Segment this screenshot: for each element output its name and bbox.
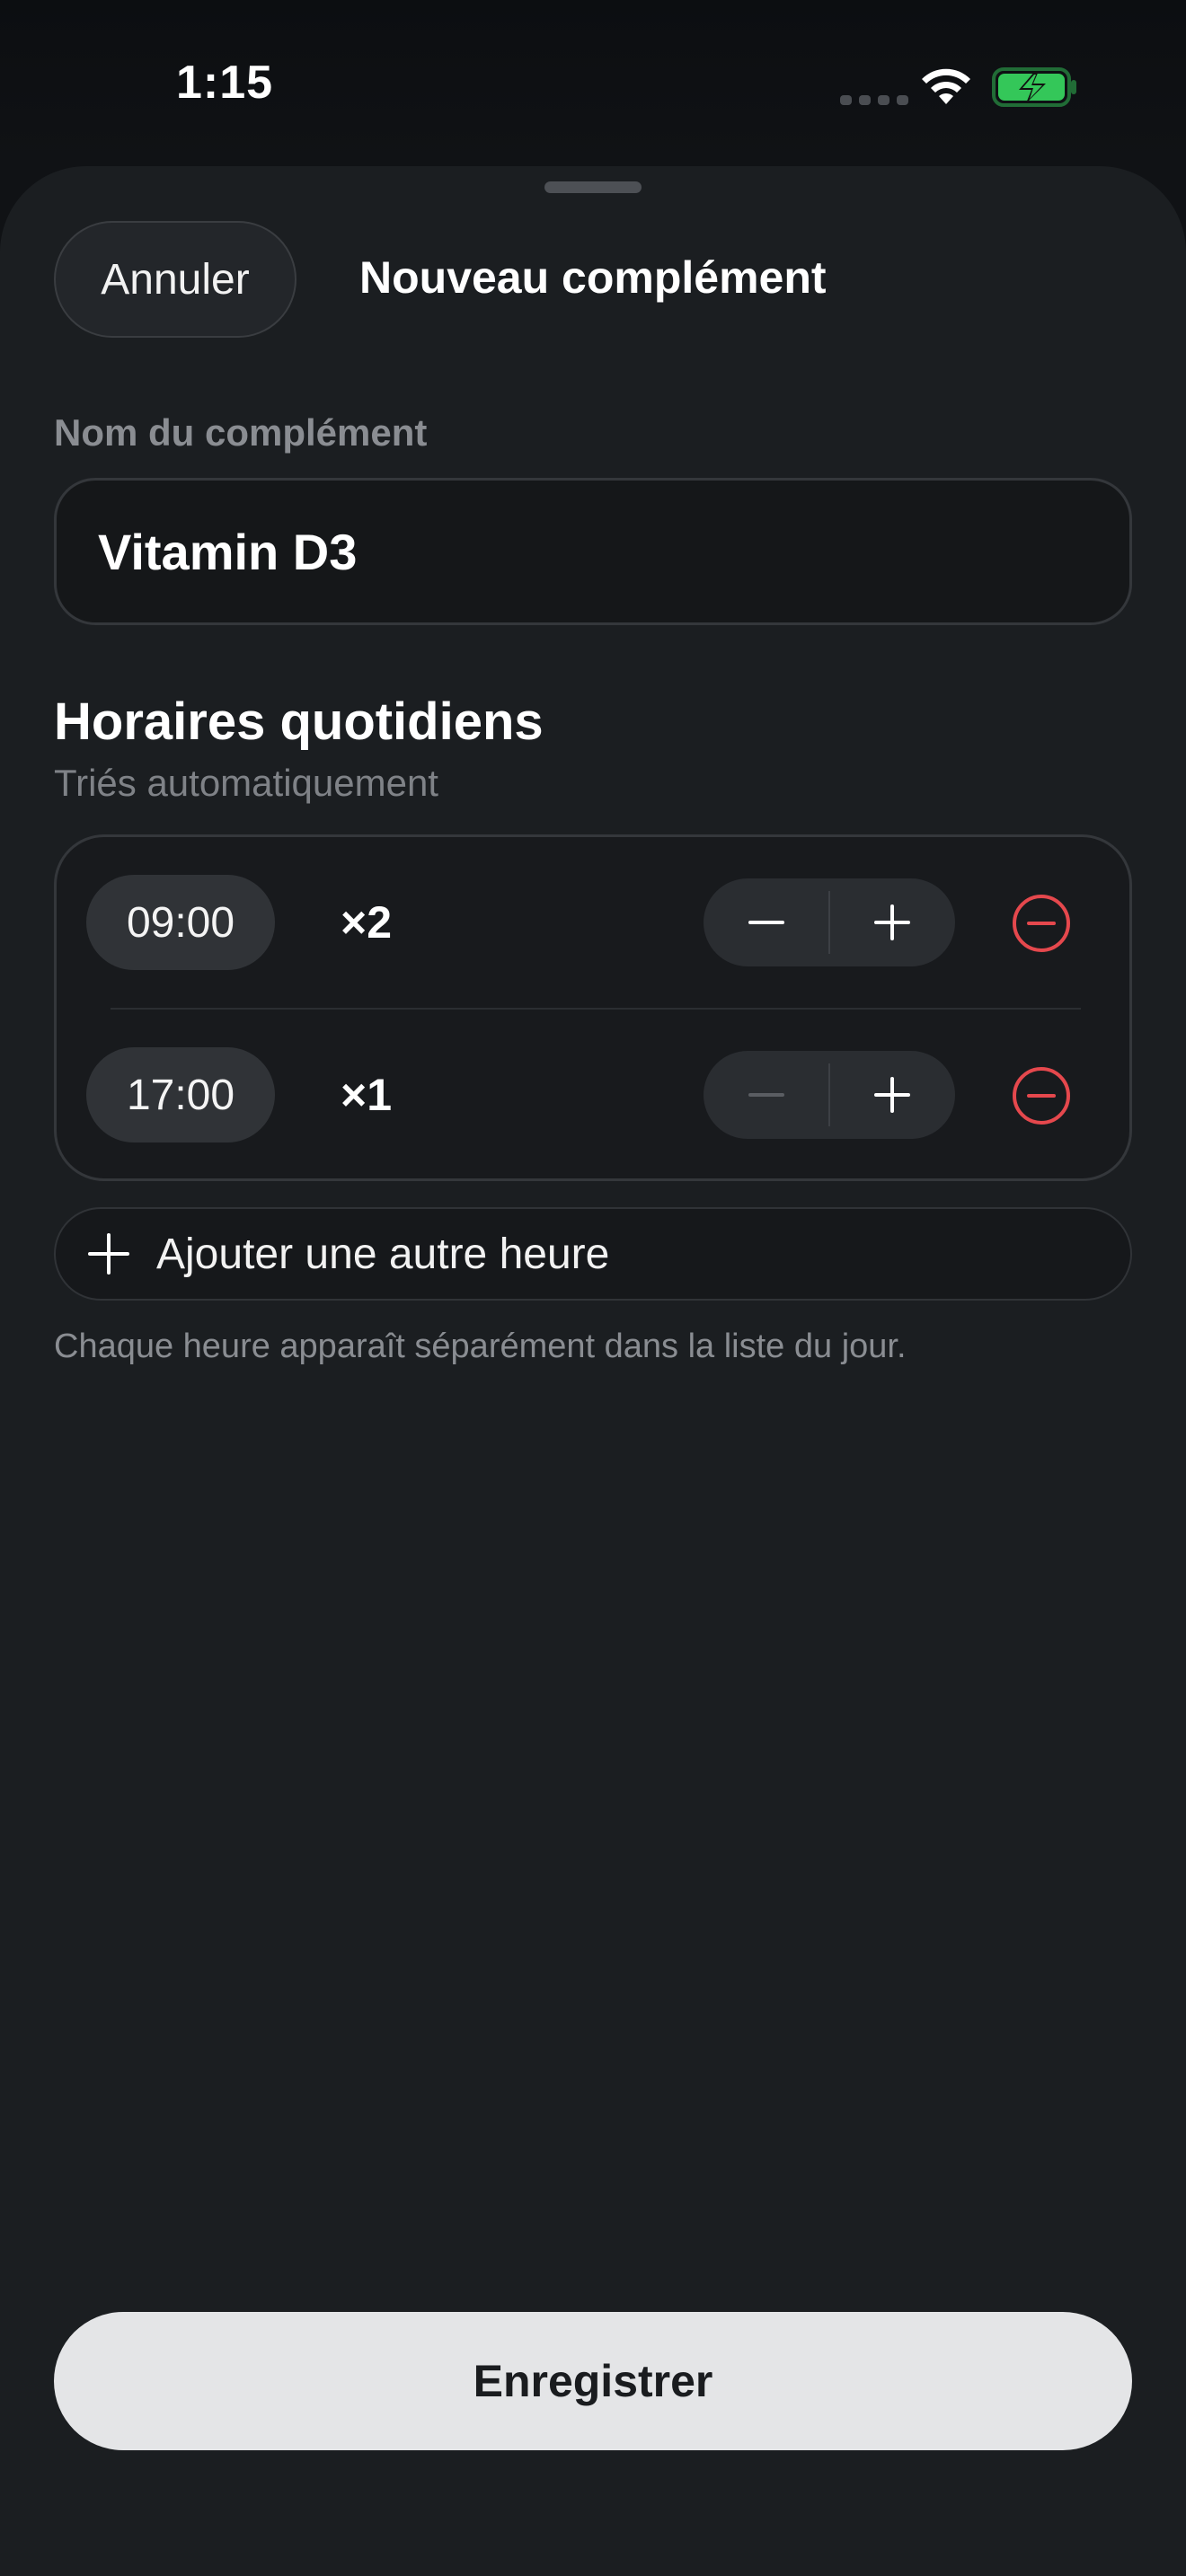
increment-button[interactable]	[829, 1051, 955, 1139]
save-button[interactable]: Enregistrer	[54, 2312, 1132, 2450]
schedule-title: Horaires quotidiens	[54, 693, 544, 751]
schedule-subtitle: Triés automatiquement	[54, 762, 438, 804]
dose-stepper	[704, 878, 955, 966]
dose-count: ×2	[341, 897, 393, 948]
decrement-button[interactable]	[704, 878, 829, 966]
remove-circle-icon[interactable]	[1011, 893, 1072, 954]
minus-icon	[748, 1093, 784, 1097]
status-time: 1:15	[176, 57, 274, 109]
minus-icon	[748, 921, 784, 924]
schedule-list: 09:00 ×2 17:00 ×1	[54, 834, 1132, 1181]
screen: 1:15 Annuler Nouveau complément Nom du c…	[0, 0, 1186, 2576]
increment-button[interactable]	[829, 878, 955, 966]
schedule-row: 09:00 ×2	[57, 837, 1135, 1008]
dose-count: ×1	[341, 1070, 393, 1120]
wifi-icon	[922, 68, 970, 104]
cancel-button[interactable]: Annuler	[54, 221, 296, 338]
time-picker[interactable]: 09:00	[86, 875, 275, 970]
schedule-row: 17:00 ×1	[57, 1010, 1135, 1180]
sheet-title: Nouveau complément	[359, 252, 827, 303]
cellular-icon	[840, 95, 908, 105]
sheet-grabber[interactable]	[544, 181, 642, 193]
plus-icon	[88, 1233, 129, 1275]
plus-icon	[874, 1077, 910, 1113]
dose-stepper	[704, 1051, 955, 1139]
remove-circle-icon[interactable]	[1011, 1065, 1072, 1126]
name-field-label: Nom du complément	[54, 411, 428, 454]
supplement-name-input[interactable]: Vitamin D3	[54, 478, 1132, 625]
time-picker[interactable]: 17:00	[86, 1047, 275, 1142]
add-time-button[interactable]: Ajouter une autre heure	[54, 1207, 1132, 1301]
decrement-button-disabled[interactable]	[704, 1051, 829, 1139]
plus-icon	[874, 904, 910, 940]
schedule-hint: Chaque heure apparaît séparément dans la…	[54, 1328, 907, 1365]
add-time-label: Ajouter une autre heure	[156, 1230, 610, 1278]
battery-charging-icon	[992, 67, 1076, 107]
